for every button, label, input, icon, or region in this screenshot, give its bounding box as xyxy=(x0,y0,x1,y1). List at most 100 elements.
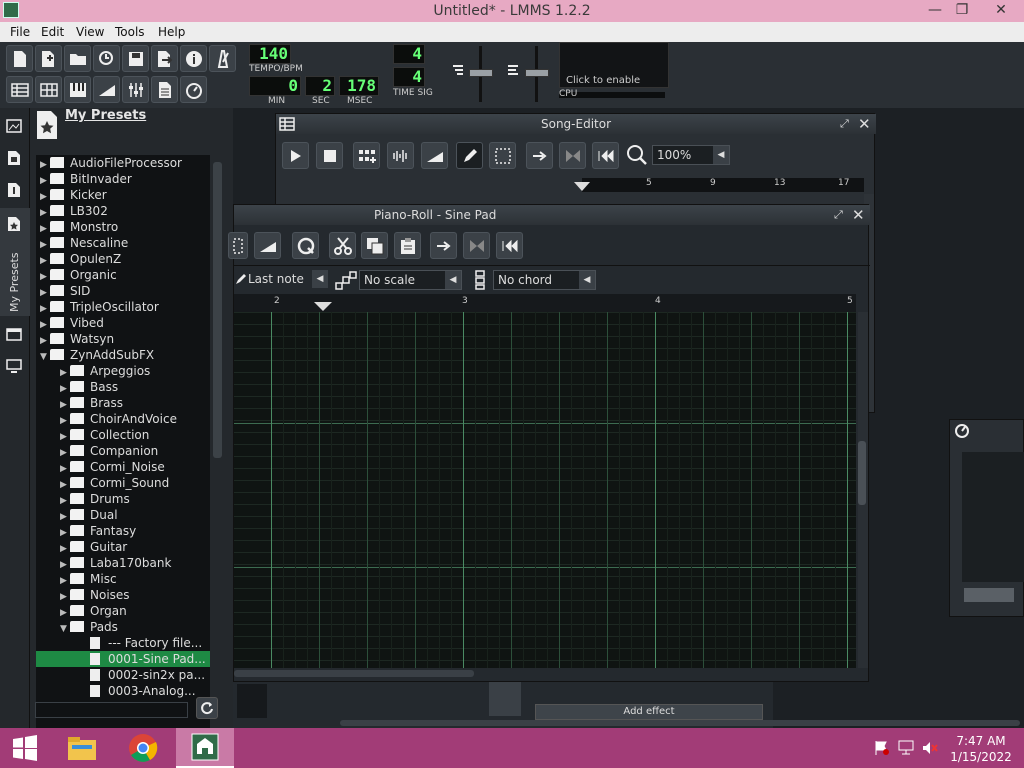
tree-folder-item[interactable]: ▶ Laba170bank xyxy=(36,555,210,571)
export-icon[interactable] xyxy=(151,45,178,72)
preset-tree[interactable]: ▶ AudioFileProcessor ▶ BitInvader ▶ Kicker ▶ LB… xyxy=(36,155,210,738)
tree-folder-item[interactable]: ▶ TripleOscillator xyxy=(36,299,210,315)
my-presets-tab[interactable]: My Presets xyxy=(0,208,30,316)
master-pitch-slider[interactable] xyxy=(525,69,549,77)
tree-folder-item[interactable]: ▶ Drums xyxy=(36,491,210,507)
project-notes-icon[interactable] xyxy=(151,76,178,103)
note-length-combobox[interactable]: Last note ◀ xyxy=(244,270,328,290)
tree-folder-item[interactable]: ▶ Organic xyxy=(36,267,210,283)
tree-folder-item[interactable]: ▶ Nescaline xyxy=(36,235,210,251)
piano-stop-behaviour-button[interactable] xyxy=(496,232,523,259)
my-home-icon[interactable] xyxy=(6,326,22,342)
select-mode-button[interactable] xyxy=(228,232,248,259)
zoom-combobox[interactable]: 100% ◀ xyxy=(652,145,730,165)
tree-folder-item[interactable]: ▼ ZynAddSubFX xyxy=(36,347,210,363)
restore-button[interactable]: ❐ xyxy=(945,0,979,22)
tree-folder-item[interactable]: ▶ LB302 xyxy=(36,203,210,219)
tempo-display[interactable]: 140 xyxy=(249,44,291,64)
whats-this-icon[interactable] xyxy=(180,45,207,72)
cpu-graph[interactable]: Click to enable xyxy=(559,42,669,88)
tree-folder-item[interactable]: ▶ SID xyxy=(36,283,210,299)
tree-folder-item[interactable]: ▶ ChoirAndVoice xyxy=(36,411,210,427)
network-icon[interactable] xyxy=(898,740,914,759)
autoscroll-button[interactable] xyxy=(526,142,553,169)
pitch-bend-mode-button[interactable] xyxy=(254,232,281,259)
workspace-horizontal-scrollbar[interactable] xyxy=(340,720,1020,726)
tree-folder-item[interactable]: ▶ Kicker xyxy=(36,187,210,203)
song-play-button[interactable] xyxy=(282,142,309,169)
close-button[interactable]: ✕ xyxy=(984,0,1018,22)
tree-folder-item[interactable]: ▶ AudioFileProcessor xyxy=(36,155,210,171)
menu-tools[interactable]: Tools xyxy=(115,25,145,39)
system-clock[interactable]: 7:47 AM 1/15/2022 xyxy=(950,733,1012,765)
chrome-taskbar-icon[interactable] xyxy=(119,728,167,768)
tree-folder-item[interactable]: ▶ Bass xyxy=(36,379,210,395)
tree-folder-item[interactable]: ▶ Vibed xyxy=(36,315,210,331)
stop-behaviour-button[interactable] xyxy=(592,142,619,169)
my-projects-icon[interactable] xyxy=(6,150,22,166)
controller-rack-icon[interactable] xyxy=(180,76,207,103)
timesig-numerator[interactable]: 4 xyxy=(393,44,425,64)
add-sample-track-button[interactable] xyxy=(387,142,414,169)
tree-folder-item[interactable]: ▶ Fantasy xyxy=(36,523,210,539)
menu-edit[interactable]: Edit xyxy=(41,25,64,39)
tree-folder-item[interactable]: ▶ Collection xyxy=(36,427,210,443)
tree-folder-item[interactable]: ▶ Companion xyxy=(36,443,210,459)
my-samples-icon[interactable] xyxy=(6,182,22,198)
preset-file-item[interactable]: 0003-Analog... xyxy=(36,683,210,699)
tree-folder-item[interactable]: ▼ Pads xyxy=(36,619,210,635)
tree-folder-item[interactable]: ▶ OpulenZ xyxy=(36,251,210,267)
cut-notes-button[interactable] xyxy=(329,232,356,259)
song-editor-close-icon[interactable]: ✕ xyxy=(858,114,871,134)
piano-position-marker[interactable] xyxy=(314,302,332,311)
paste-notes-button[interactable] xyxy=(394,232,421,259)
quantize-button[interactable] xyxy=(292,232,319,259)
metronome-icon[interactable] xyxy=(209,45,236,72)
tree-folder-item[interactable]: ▶ Cormi_Sound xyxy=(36,475,210,491)
my-computer-icon[interactable] xyxy=(6,358,22,374)
draw-mode-button[interactable] xyxy=(456,142,483,169)
tree-folder-item[interactable]: ▶ Dual xyxy=(36,507,210,523)
tree-folder-item[interactable]: ▶ Brass xyxy=(36,395,210,411)
menu-file[interactable]: File xyxy=(10,25,30,39)
master-volume-slider[interactable] xyxy=(469,69,493,77)
browser-filter-input[interactable] xyxy=(35,702,188,718)
tree-folder-item[interactable]: ▶ Misc xyxy=(36,571,210,587)
chord-combobox[interactable]: No chord ◀ xyxy=(493,270,596,290)
volume-muted-icon[interactable] xyxy=(922,740,938,759)
tree-folder-item[interactable]: ▶ Cormi_Noise xyxy=(36,459,210,475)
file-explorer-taskbar-icon[interactable] xyxy=(58,728,106,768)
piano-loop-points-button[interactable] xyxy=(463,232,490,259)
piano-roll-vertical-scrollbar[interactable] xyxy=(858,441,866,505)
refresh-list-button[interactable] xyxy=(196,697,218,719)
beat-bassline-editor-icon[interactable] xyxy=(35,76,62,103)
song-timeline[interactable]: 5 9 13 17 xyxy=(582,178,864,192)
tree-folder-item[interactable]: ▶ Guitar xyxy=(36,539,210,555)
song-editor-icon[interactable] xyxy=(6,76,33,103)
song-stop-button[interactable] xyxy=(316,142,343,169)
open-project-icon[interactable] xyxy=(64,45,91,72)
song-position-marker[interactable] xyxy=(574,182,590,191)
menu-help[interactable]: Help xyxy=(158,25,185,39)
tree-folder-item[interactable]: ▶ Noises xyxy=(36,587,210,603)
add-automation-track-button[interactable] xyxy=(421,142,448,169)
automation-editor-icon[interactable] xyxy=(93,76,120,103)
piano-roll-horizontal-scrollbar[interactable] xyxy=(234,670,474,677)
tree-folder-item[interactable]: ▶ Watsyn xyxy=(36,331,210,347)
piano-roll-icon[interactable] xyxy=(64,76,91,103)
piano-roll-maximize-icon[interactable]: ⤢ xyxy=(834,205,843,225)
menu-view[interactable]: View xyxy=(76,25,104,39)
tree-folder-item[interactable]: ▶ Organ xyxy=(36,603,210,619)
timesig-denominator[interactable]: 4 xyxy=(393,67,425,87)
new-project-icon[interactable] xyxy=(6,45,33,72)
tree-folder-item[interactable]: ▶ BitInvader xyxy=(36,171,210,187)
recent-projects-icon[interactable] xyxy=(93,45,120,72)
fx-mixer-icon[interactable] xyxy=(122,76,149,103)
lmms-taskbar-icon[interactable] xyxy=(176,728,234,768)
new-from-template-icon[interactable] xyxy=(35,45,62,72)
tree-folder-item[interactable]: ▶ Arpeggios xyxy=(36,363,210,379)
preset-file-item[interactable]: --- Factory file... xyxy=(36,635,210,651)
tree-folder-item[interactable]: ▶ Monstro xyxy=(36,219,210,235)
piano-roll-close-icon[interactable]: ✕ xyxy=(852,205,865,225)
preset-file-item[interactable]: 0001-Sine Pad... xyxy=(36,651,210,667)
